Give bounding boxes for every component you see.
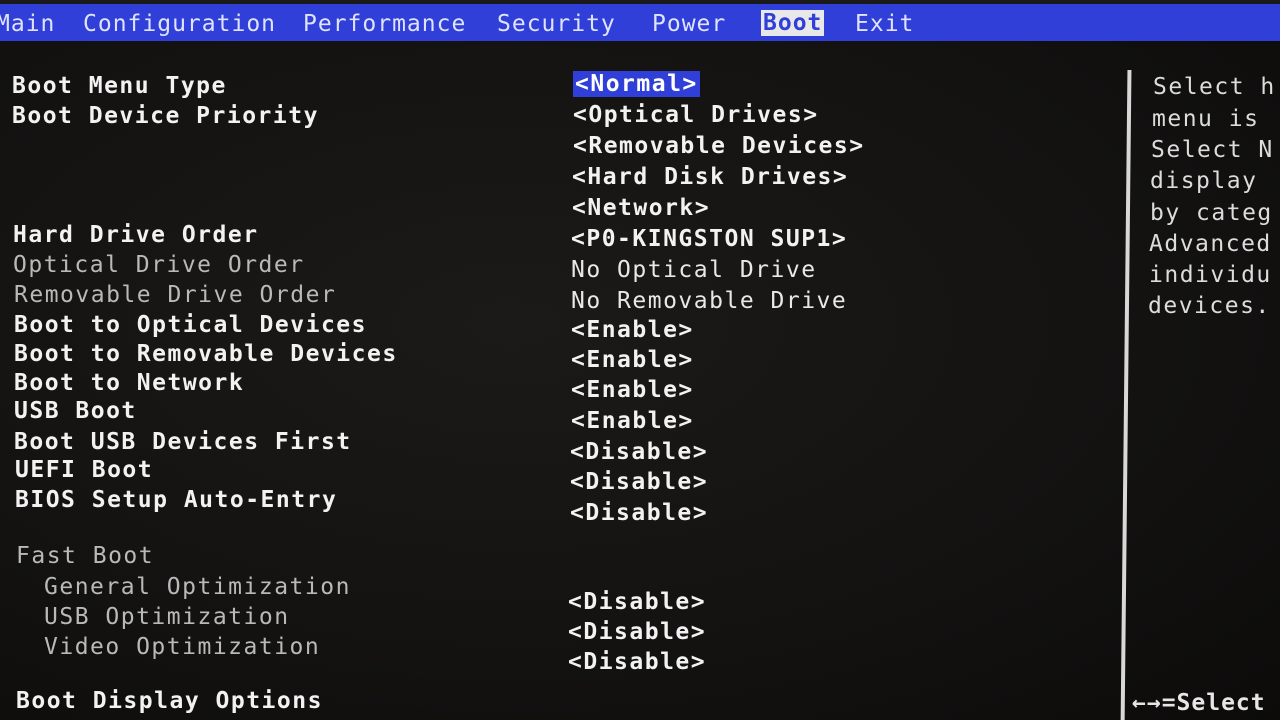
value-boot-to-network[interactable]: <Enable>: [571, 377, 694, 403]
label-bios-setup-auto-entry: BIOS Setup Auto-Entry: [15, 487, 338, 513]
value-boot-menu-type[interactable]: <Normal>: [573, 71, 700, 97]
menu-performance[interactable]: Performance: [303, 11, 466, 37]
value-usb-boot[interactable]: <Enable>: [571, 408, 694, 434]
label-hard-drive-order: Hard Drive Order: [13, 222, 259, 248]
value-boot-usb-devices-first[interactable]: <Disable>: [570, 439, 708, 465]
value-boot-priority-2[interactable]: <Removable Devices>: [573, 133, 865, 159]
value-boot-priority-3[interactable]: <Hard Disk Drives>: [572, 164, 848, 190]
menu-configuration[interactable]: Configuration: [83, 11, 276, 37]
help-pane-divider: [1120, 70, 1132, 720]
help-line: Advanced: [1149, 231, 1272, 257]
label-video-optimization: Video Optimization: [44, 634, 321, 660]
label-boot-display-options[interactable]: Boot Display Options: [16, 688, 323, 714]
help-line: display: [1150, 168, 1258, 194]
label-usb-optimization: USB Optimization: [44, 604, 290, 630]
key-hint-select: ←→=Select: [1132, 690, 1266, 716]
menu-main[interactable]: Main: [0, 11, 55, 37]
value-optical-drive-order: No Optical Drive: [571, 257, 817, 283]
menu-boot[interactable]: Boot: [761, 10, 825, 36]
value-removable-drive-order: No Removable Drive: [571, 288, 848, 314]
value-boot-priority-1[interactable]: <Optical Drives>: [573, 102, 819, 128]
label-boot-menu-type: Boot Menu Type: [12, 73, 227, 99]
value-hard-drive-order[interactable]: <P0-KINGSTON SUP1>: [571, 226, 847, 252]
bios-screen: Main Configuration Performance Security …: [0, 0, 1280, 720]
label-removable-drive-order: Removable Drive Order: [14, 282, 337, 308]
value-usb-optimization[interactable]: <Disable>: [568, 619, 706, 645]
menu-exit[interactable]: Exit: [855, 11, 914, 37]
label-usb-boot: USB Boot: [14, 398, 137, 424]
label-boot-to-optical-devices: Boot to Optical Devices: [14, 312, 367, 338]
label-fast-boot: Fast Boot: [16, 543, 155, 569]
label-boot-device-priority: Boot Device Priority: [12, 103, 319, 129]
value-bios-setup-auto-entry[interactable]: <Disable>: [570, 500, 708, 526]
help-line: Select h: [1153, 74, 1276, 100]
label-uefi-boot: UEFI Boot: [15, 457, 154, 483]
menu-security[interactable]: Security: [497, 11, 616, 37]
value-general-optimization[interactable]: <Disable>: [568, 589, 706, 615]
value-boot-to-optical-devices[interactable]: <Enable>: [571, 317, 694, 343]
label-boot-usb-devices-first: Boot USB Devices First: [14, 429, 352, 455]
label-boot-to-removable-devices: Boot to Removable Devices: [14, 341, 398, 367]
value-uefi-boot[interactable]: <Disable>: [570, 469, 708, 495]
help-line: menu is: [1152, 106, 1260, 132]
value-video-optimization[interactable]: <Disable>: [568, 649, 706, 675]
menu-bar: Main Configuration Performance Security …: [0, 4, 1280, 41]
label-optical-drive-order: Optical Drive Order: [13, 252, 305, 278]
label-general-optimization: General Optimization: [44, 574, 351, 600]
value-boot-to-removable-devices[interactable]: <Enable>: [571, 347, 694, 373]
help-line: Select N: [1151, 137, 1274, 163]
help-line: by categ: [1150, 200, 1273, 226]
value-boot-priority-4[interactable]: <Network>: [572, 195, 710, 221]
menu-power[interactable]: Power: [652, 11, 726, 37]
label-boot-to-network: Boot to Network: [14, 370, 245, 396]
help-line: devices.: [1148, 293, 1271, 319]
help-line: individu: [1149, 262, 1272, 288]
